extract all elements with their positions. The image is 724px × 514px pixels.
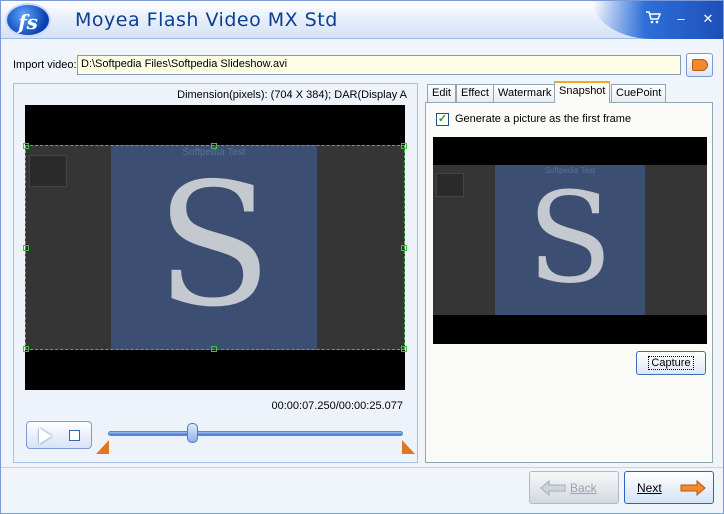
tab-effect[interactable]: Effect — [456, 84, 494, 102]
app-logo: fs — [5, 3, 51, 37]
back-button-label: Back — [570, 481, 597, 495]
capture-button[interactable]: Capture — [636, 351, 706, 375]
capture-button-label: Capture — [648, 356, 694, 370]
minimize-button[interactable]: – — [670, 10, 692, 28]
video-preview-panel: Dimension(pixels): (704 X 384); DAR(Disp… — [13, 83, 418, 463]
next-button[interactable]: Next — [624, 471, 714, 504]
crop-handle-top-left[interactable] — [23, 143, 29, 149]
snapshot-slide: Softpedia Test S — [495, 165, 645, 315]
play-icon[interactable] — [39, 428, 52, 444]
import-video-label: Import video: — [13, 59, 77, 71]
first-frame-checkbox-label[interactable]: Generate a picture as the first frame — [455, 113, 631, 125]
seek-slider-track[interactable] — [108, 431, 403, 436]
tag-icon — [692, 59, 708, 71]
playback-time: 00:00:07.250/00:00:25.077 — [271, 400, 403, 412]
playback-controls — [26, 421, 92, 449]
window-title: Moyea Flash Video MX Std — [75, 9, 338, 31]
next-button-label: Next — [637, 481, 662, 495]
title-bar: fs Moyea Flash Video MX Std – ✕ — [1, 1, 723, 39]
crop-handle-top[interactable] — [211, 143, 217, 149]
trim-end-marker[interactable] — [402, 440, 415, 454]
back-button[interactable]: Back — [529, 471, 619, 504]
crop-handle-top-right[interactable] — [401, 143, 407, 149]
crop-selection-rect[interactable] — [23, 143, 407, 352]
stop-icon[interactable] — [69, 430, 80, 441]
shopping-cart-icon[interactable] — [642, 10, 664, 28]
snapshot-inset-window — [436, 173, 464, 197]
tab-watermark[interactable]: Watermark — [493, 84, 557, 102]
browse-button[interactable] — [686, 53, 713, 77]
dimension-info: Dimension(pixels): (704 X 384); DAR(Disp… — [177, 89, 407, 101]
snapshot-letter: S — [527, 166, 613, 311]
tab-cuepoint[interactable]: CuePoint — [611, 84, 667, 102]
app-window: fs Moyea Flash Video MX Std – ✕ Import v… — [0, 0, 724, 514]
footer-divider — [1, 467, 723, 468]
arrow-right-icon — [680, 480, 706, 496]
crop-handle-bottom-left[interactable] — [23, 346, 29, 352]
import-video-path-field[interactable]: D:\Softpedia Files\Softpedia Slideshow.a… — [77, 55, 681, 75]
first-frame-checkbox[interactable]: ✓ — [436, 113, 449, 126]
video-preview[interactable]: Softpedia Test S — [23, 105, 407, 390]
trim-start-marker[interactable] — [96, 440, 109, 454]
snapshot-preview: Softpedia Test S — [433, 137, 707, 344]
tab-snapshot[interactable]: Snapshot — [554, 81, 611, 103]
close-button[interactable]: ✕ — [697, 10, 719, 28]
snapshot-panel: ✓ Generate a picture as the first frame … — [425, 102, 713, 463]
crop-handle-right[interactable] — [401, 245, 407, 251]
tab-edit[interactable]: Edit — [427, 84, 456, 102]
arrow-left-icon — [540, 480, 566, 496]
crop-handle-left[interactable] — [23, 245, 29, 251]
snapshot-frame: Softpedia Test S — [433, 165, 707, 315]
crop-handle-bottom-right[interactable] — [401, 346, 407, 352]
crop-handle-bottom[interactable] — [211, 346, 217, 352]
seek-slider-thumb[interactable] — [187, 423, 198, 443]
